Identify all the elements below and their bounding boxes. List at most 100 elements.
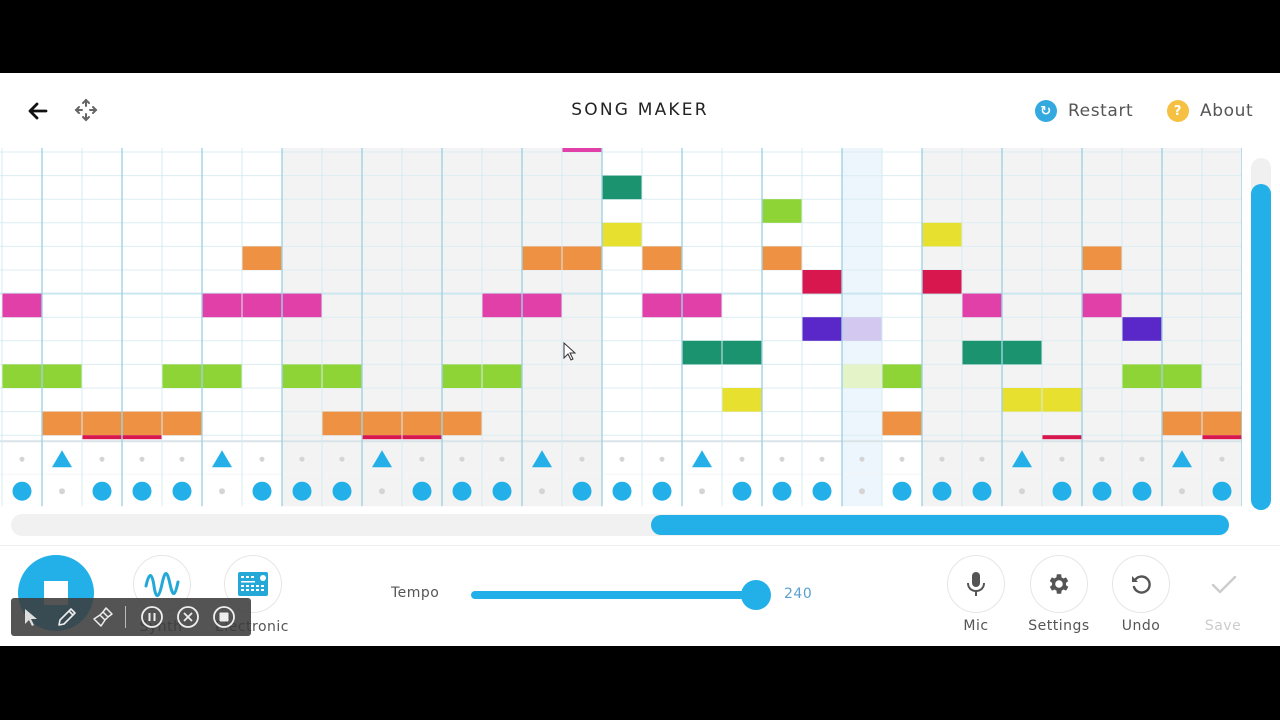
melody-note (762, 246, 802, 270)
melody-note (722, 388, 762, 412)
toolbar-divider (125, 606, 126, 628)
percussion-circle (292, 481, 312, 501)
grid-column-bg (722, 148, 762, 507)
percussion-empty-dot (859, 456, 865, 462)
tempo-slider-knob[interactable] (741, 580, 771, 610)
grid-column-bg (562, 148, 602, 507)
song-maker-app: SONG MAKER ↻ Restart ? About Synth Elect… (0, 73, 1280, 646)
percussion-circle (572, 481, 592, 501)
synth-wave-icon (144, 572, 180, 597)
percussion-empty-dot (1059, 456, 1065, 462)
cursor-icon (25, 609, 37, 626)
percussion-circle (892, 481, 912, 501)
percussion-circle (732, 481, 752, 501)
grid-column-bg (602, 148, 642, 507)
melody-note (922, 270, 962, 294)
about-button[interactable]: ? About (1167, 99, 1253, 123)
percussion-circle (652, 481, 672, 501)
about-label: About (1200, 101, 1254, 121)
percussion-empty-dot (379, 488, 385, 495)
tempo-slider-track[interactable] (471, 591, 757, 599)
grid-column-bg (442, 148, 482, 507)
tempo-value: 240 (784, 586, 813, 602)
horizontal-scrollbar-thumb[interactable] (651, 515, 1229, 535)
brush-tool-button[interactable] (87, 601, 119, 633)
save-button[interactable] (1195, 555, 1253, 613)
melody-note (882, 411, 922, 436)
cursor-tool-button[interactable] (15, 601, 47, 633)
percussion-circle (1132, 481, 1152, 501)
melody-note (842, 364, 882, 388)
percussion-circle (1092, 481, 1112, 501)
melody-note (1082, 246, 1122, 270)
percussion-empty-dot (619, 456, 625, 462)
stop-recording-button[interactable] (208, 601, 240, 633)
grid-column-bg (322, 148, 362, 507)
vertical-scrollbar-thumb[interactable] (1251, 184, 1271, 510)
melody-note (602, 175, 642, 200)
melody-note (802, 317, 842, 341)
melody-note (242, 246, 282, 270)
percussion-empty-dot (659, 456, 665, 462)
grid-column-bg (1082, 148, 1122, 507)
percussion-circle (1052, 481, 1072, 501)
percussion-circle (932, 481, 952, 501)
melody-note (842, 317, 882, 341)
close-circle-icon (177, 606, 199, 628)
checkmark-icon (1211, 575, 1237, 594)
header: SONG MAKER ↻ Restart ? About (0, 73, 1280, 148)
percussion-empty-dot (259, 456, 265, 462)
mic-button[interactable] (947, 555, 1005, 613)
grid-column-bg (922, 148, 962, 507)
percussion-empty-dot (899, 456, 905, 462)
melody-note (882, 364, 922, 388)
percussion-circle (612, 481, 632, 501)
percussion-empty-dot (419, 456, 425, 462)
percussion-empty-dot (299, 456, 305, 462)
percussion-empty-dot (179, 456, 185, 462)
percussion-empty-dot (499, 456, 505, 462)
grid-column-bg (482, 148, 522, 507)
percussion-empty-dot (459, 456, 465, 462)
pen-tool-button[interactable] (51, 601, 83, 633)
stop-circle-icon (213, 606, 235, 628)
percussion-empty-dot (219, 488, 225, 495)
cancel-recording-button[interactable] (172, 601, 204, 633)
note-grid[interactable] (0, 148, 1242, 507)
percussion-circle (1212, 481, 1232, 501)
melody-note (1122, 317, 1162, 341)
grid-column-bg (242, 148, 282, 507)
percussion-circle (452, 481, 472, 501)
gear-icon (1049, 574, 1069, 594)
save-label: Save (1204, 618, 1242, 634)
percussion-circle (92, 481, 112, 501)
percussion-empty-dot (739, 456, 745, 462)
undo-button[interactable] (1112, 555, 1170, 613)
percussion-empty-dot (859, 488, 865, 495)
pencil-icon (58, 608, 76, 626)
screen-recorder-toolbar (11, 598, 251, 636)
grid-column-bg (402, 148, 442, 507)
settings-button[interactable] (1030, 555, 1088, 613)
percussion-empty-dot (1219, 456, 1225, 462)
brush-icon (93, 607, 113, 627)
restart-button[interactable]: ↻ Restart (1035, 99, 1133, 123)
help-icon: ? (1167, 100, 1189, 122)
grid-column-bg (122, 148, 162, 507)
grid-column-bg (0, 148, 42, 507)
percussion-empty-dot (19, 456, 25, 462)
percussion-circle (172, 481, 192, 501)
percussion-circle (972, 481, 992, 501)
restart-label: Restart (1068, 101, 1134, 121)
percussion-empty-dot (699, 488, 705, 495)
percussion-circle (772, 481, 792, 501)
pause-recording-button[interactable] (136, 601, 168, 633)
percussion-empty-dot (1099, 456, 1105, 462)
melody-note (562, 148, 602, 152)
grid-column-bg (162, 148, 202, 507)
grid-column-bg (282, 148, 322, 507)
mouse-pointer (563, 342, 577, 361)
percussion-empty-dot (339, 456, 345, 462)
percussion-circle (812, 481, 832, 501)
percussion-circle (252, 481, 272, 501)
